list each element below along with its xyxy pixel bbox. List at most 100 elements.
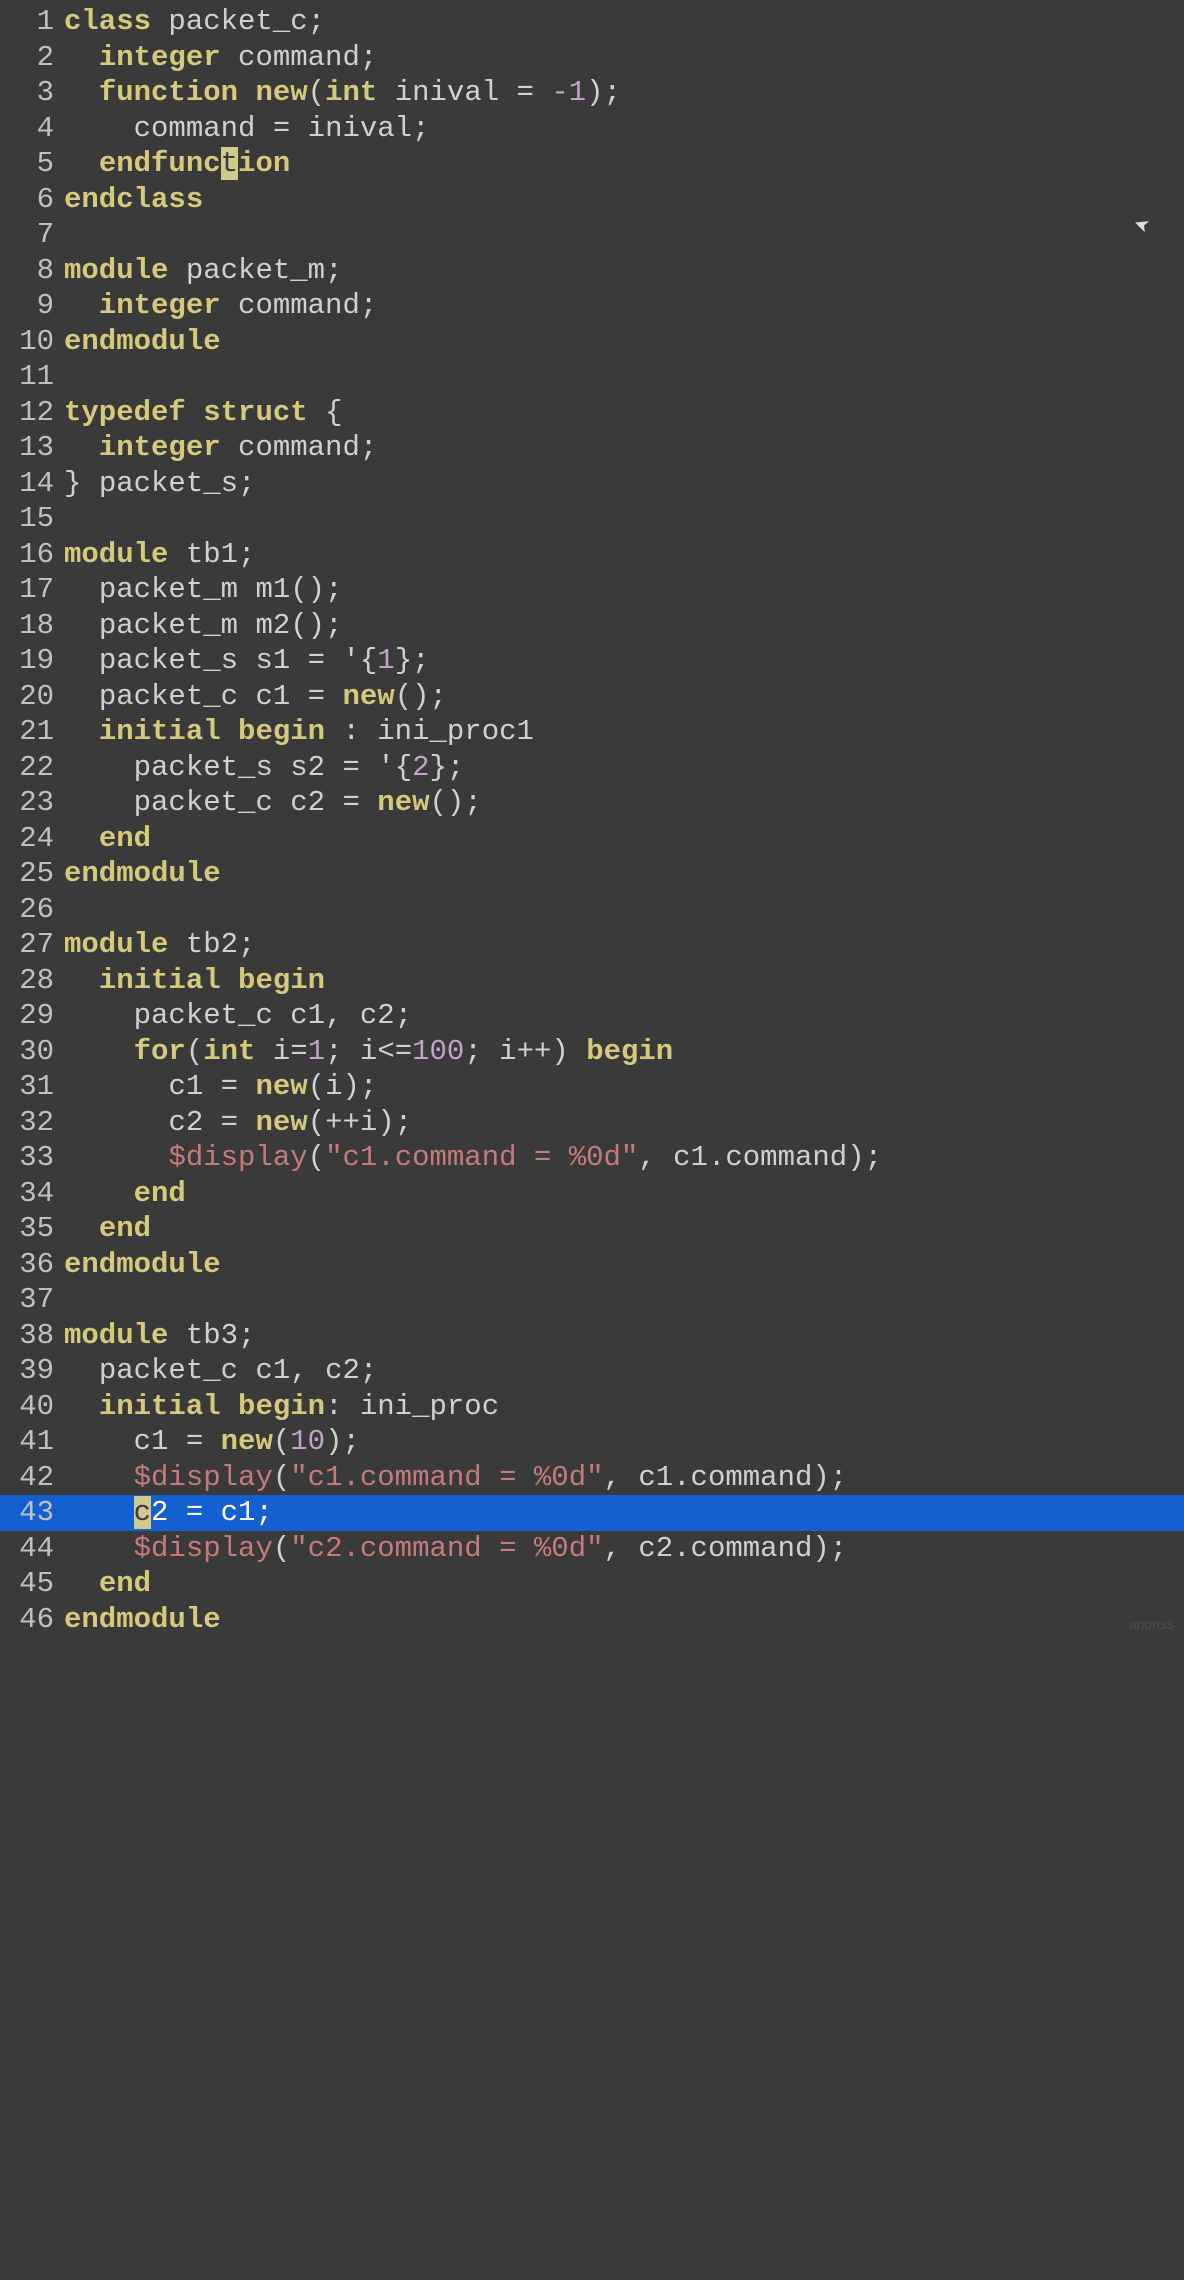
code-content[interactable]: end (64, 821, 1184, 856)
code-content[interactable]: $display("c1.command = %0d", c1.command)… (64, 1460, 1184, 1495)
code-content[interactable]: module tb2; (64, 927, 1184, 962)
code-line[interactable]: 27 module tb2; (0, 927, 1184, 963)
code-content[interactable]: module packet_m; (64, 253, 1184, 288)
code-line[interactable]: 28 initial begin (0, 963, 1184, 999)
code-line[interactable]: 9 integer command; (0, 288, 1184, 324)
code-line[interactable]: 8 module packet_m; (0, 253, 1184, 289)
line-number: 35 (0, 1211, 64, 1246)
line-number: 13 (0, 430, 64, 465)
code-content[interactable]: } packet_s; (64, 466, 1184, 501)
code-line[interactable]: 35 end (0, 1211, 1184, 1247)
code-line[interactable]: 3 function new(int inival = -1); (0, 75, 1184, 111)
code-content[interactable]: end (64, 1211, 1184, 1246)
watermark: anonss (1129, 1616, 1174, 1633)
code-content[interactable]: class packet_c; (64, 4, 1184, 39)
code-content[interactable]: function new(int inival = -1); (64, 75, 1184, 110)
code-line-selected[interactable]: 43 c2 = c1; (0, 1495, 1184, 1531)
code-line[interactable]: 38 module tb3; (0, 1318, 1184, 1354)
code-content[interactable]: c2 = c1; (64, 1495, 1184, 1530)
code-content[interactable]: packet_c c1 = new(); (64, 679, 1184, 714)
code-content[interactable]: c1 = new(10); (64, 1424, 1184, 1459)
code-line[interactable]: 24 end (0, 821, 1184, 857)
code-line[interactable]: 18 packet_m m2(); (0, 608, 1184, 644)
code-content[interactable]: endclass (64, 182, 1184, 217)
code-line[interactable]: 4 command = inival; (0, 111, 1184, 147)
line-number: 17 (0, 572, 64, 607)
code-content[interactable]: endmodule (64, 1602, 1184, 1637)
code-line[interactable]: 42 $display("c1.command = %0d", c1.comma… (0, 1460, 1184, 1496)
code-content[interactable]: initial begin : ini_proc1 (64, 714, 1184, 749)
code-line[interactable]: 23 packet_c c2 = new(); (0, 785, 1184, 821)
code-line[interactable]: 19 packet_s s1 = '{1}; (0, 643, 1184, 679)
code-line[interactable]: 22 packet_s s2 = '{2}; (0, 750, 1184, 786)
code-content[interactable]: module tb1; (64, 537, 1184, 572)
code-line[interactable]: 15 (0, 501, 1184, 537)
line-number: 39 (0, 1353, 64, 1388)
code-content[interactable]: typedef struct { (64, 395, 1184, 430)
code-line[interactable]: 2 integer command; (0, 40, 1184, 76)
code-content[interactable]: packet_c c1, c2; (64, 1353, 1184, 1388)
code-line[interactable]: 45 end (0, 1566, 1184, 1602)
code-content[interactable]: packet_s s2 = '{2}; (64, 750, 1184, 785)
line-number: 20 (0, 679, 64, 714)
code-line[interactable]: 31 c1 = new(i); (0, 1069, 1184, 1105)
code-content[interactable]: integer command; (64, 288, 1184, 323)
code-line[interactable]: 1 class packet_c; (0, 4, 1184, 40)
code-content[interactable]: module tb3; (64, 1318, 1184, 1353)
code-content[interactable]: packet_c c2 = new(); (64, 785, 1184, 820)
code-line[interactable]: 16 module tb1; (0, 537, 1184, 573)
code-line[interactable]: 12 typedef struct { (0, 395, 1184, 431)
code-line[interactable]: 46 endmodule (0, 1602, 1184, 1638)
code-content[interactable]: endfunction (64, 146, 1184, 181)
line-number: 45 (0, 1566, 64, 1601)
code-line[interactable]: 11 (0, 359, 1184, 395)
code-content[interactable]: for(int i=1; i<=100; i++) begin (64, 1034, 1184, 1069)
code-line[interactable]: 37 (0, 1282, 1184, 1318)
code-content[interactable]: end (64, 1566, 1184, 1601)
code-content[interactable]: c2 = new(++i); (64, 1105, 1184, 1140)
code-line[interactable]: 30 for(int i=1; i<=100; i++) begin (0, 1034, 1184, 1070)
code-line[interactable]: 44 $display("c2.command = %0d", c2.comma… (0, 1531, 1184, 1567)
code-content[interactable]: integer command; (64, 40, 1184, 75)
code-line[interactable]: 6 endclass (0, 182, 1184, 218)
code-line[interactable]: 32 c2 = new(++i); (0, 1105, 1184, 1141)
text-cursor: t (221, 147, 238, 180)
code-content[interactable]: initial begin: ini_proc (64, 1389, 1184, 1424)
code-line[interactable]: 39 packet_c c1, c2; (0, 1353, 1184, 1389)
code-line[interactable]: 25 endmodule (0, 856, 1184, 892)
code-content[interactable]: $display("c1.command = %0d", c1.command)… (64, 1140, 1184, 1175)
code-line[interactable]: 14 } packet_s; (0, 466, 1184, 502)
code-content[interactable]: c1 = new(i); (64, 1069, 1184, 1104)
code-line[interactable]: 36 endmodule (0, 1247, 1184, 1283)
code-content[interactable]: command = inival; (64, 111, 1184, 146)
code-line[interactable]: 7 (0, 217, 1184, 253)
code-line[interactable]: 17 packet_m m1(); (0, 572, 1184, 608)
code-content[interactable]: initial begin (64, 963, 1184, 998)
code-content[interactable]: packet_c c1, c2; (64, 998, 1184, 1033)
line-number: 7 (0, 217, 64, 252)
line-number: 18 (0, 608, 64, 643)
code-line[interactable]: 26 (0, 892, 1184, 928)
code-content[interactable]: packet_m m2(); (64, 608, 1184, 643)
code-line[interactable]: 20 packet_c c1 = new(); (0, 679, 1184, 715)
code-line[interactable]: 33 $display("c1.command = %0d", c1.comma… (0, 1140, 1184, 1176)
line-number: 22 (0, 750, 64, 785)
code-line[interactable]: 21 initial begin : ini_proc1 (0, 714, 1184, 750)
code-content[interactable]: end (64, 1176, 1184, 1211)
code-content[interactable]: $display("c2.command = %0d", c2.command)… (64, 1531, 1184, 1566)
code-content[interactable]: packet_s s1 = '{1}; (64, 643, 1184, 678)
code-editor[interactable]: 1 class packet_c; 2 integer command; 3 f… (0, 0, 1184, 1637)
line-number: 44 (0, 1531, 64, 1566)
code-line[interactable]: 40 initial begin: ini_proc (0, 1389, 1184, 1425)
code-line[interactable]: 41 c1 = new(10); (0, 1424, 1184, 1460)
code-line[interactable]: 34 end (0, 1176, 1184, 1212)
code-line[interactable]: 10 endmodule (0, 324, 1184, 360)
code-content[interactable]: endmodule (64, 324, 1184, 359)
code-content[interactable]: packet_m m1(); (64, 572, 1184, 607)
code-content[interactable]: endmodule (64, 1247, 1184, 1282)
code-content[interactable]: integer command; (64, 430, 1184, 465)
code-content[interactable]: endmodule (64, 856, 1184, 891)
code-line[interactable]: 29 packet_c c1, c2; (0, 998, 1184, 1034)
code-line[interactable]: 5 endfunction (0, 146, 1184, 182)
code-line[interactable]: 13 integer command; (0, 430, 1184, 466)
